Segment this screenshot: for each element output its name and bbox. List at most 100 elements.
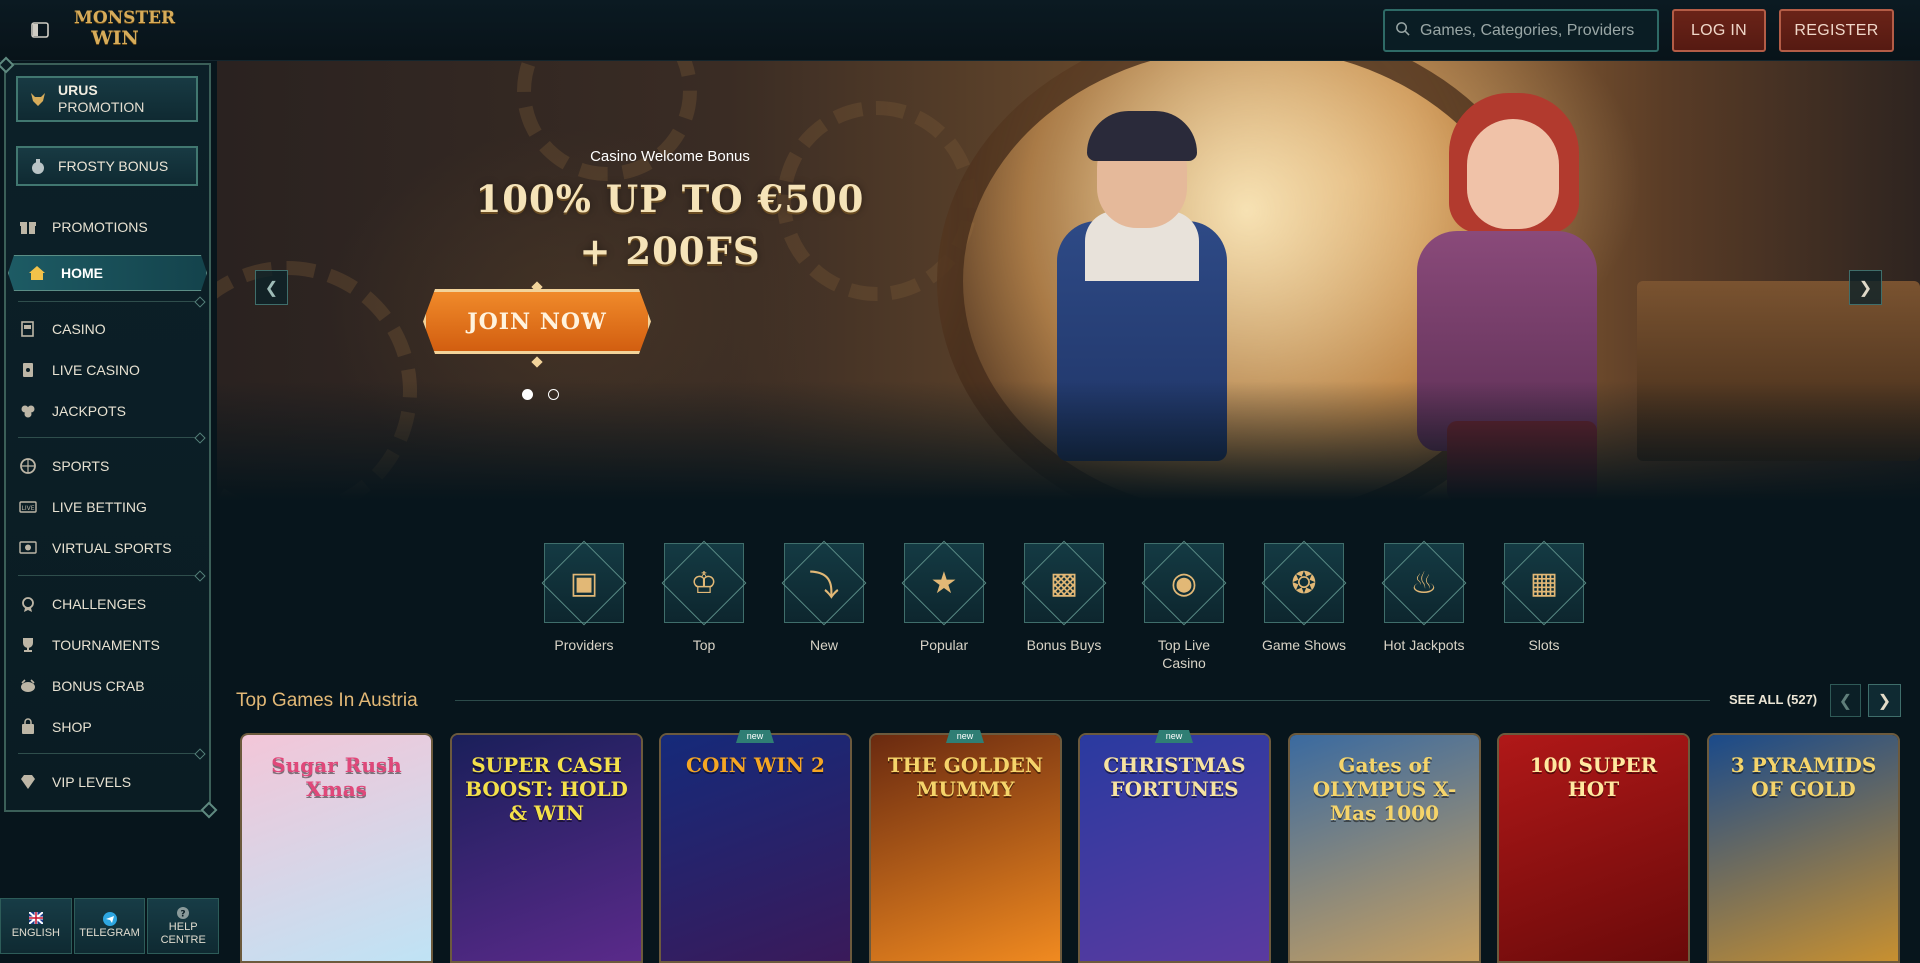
category-providers[interactable]: ▣ Providers — [524, 543, 644, 654]
games-next-button[interactable]: ❯ — [1868, 684, 1901, 717]
hero-title-line2: + 200FS — [579, 229, 761, 273]
language-button[interactable]: ENGLISH — [0, 898, 72, 954]
urus-promotion-button[interactable]: URUS PROMOTION — [16, 76, 198, 122]
category-game-shows[interactable]: ❂ Game Shows — [1244, 543, 1364, 654]
logo[interactable]: MONSTER WIN — [74, 8, 175, 54]
sidebar-item-label: JACKPOTS — [52, 403, 126, 419]
category-popular[interactable]: ★ Popular — [884, 543, 1004, 654]
game-card[interactable]: THE GOLDEN MUMMY — [869, 733, 1062, 963]
telegram-label: TELEGRAM — [79, 927, 140, 939]
carousel-dot-2[interactable] — [548, 389, 559, 400]
chevron-right-icon: ❯ — [1877, 692, 1892, 710]
category-tile: ▦ — [1504, 543, 1584, 623]
category-tile: ❂ — [1264, 543, 1344, 623]
hero-prev-button[interactable]: ❮ — [255, 270, 288, 305]
category-bonus-buys[interactable]: ▩ Bonus Buys — [1004, 543, 1124, 654]
sidebar-toggle-icon[interactable] — [30, 20, 50, 40]
frosty-bonus-button[interactable]: FROSTY BONUS — [16, 146, 198, 186]
sidebar-item-jackpots[interactable]: JACKPOTS — [18, 393, 203, 429]
sidebar-item-label: HOME — [61, 265, 103, 281]
sidebar-item-casino[interactable]: CASINO — [18, 311, 203, 347]
game-card[interactable]: COIN WIN 2 — [659, 733, 852, 963]
game-card[interactable]: SUPER CASH BOOST: HOLD & WIN — [450, 733, 643, 963]
bull-icon — [28, 89, 48, 109]
game-title: 3 PYRAMIDS OF GOLD — [1730, 753, 1877, 801]
game-card[interactable]: 100 SUPER HOT — [1497, 733, 1690, 963]
sidebar-item-live-casino[interactable]: LIVE CASINO — [18, 352, 203, 388]
slot-icon: ▦ — [1529, 566, 1559, 600]
sidebar-item-label: CASINO — [52, 321, 106, 337]
category-top[interactable]: ♔ Top — [644, 543, 764, 654]
chevron-left-icon: ❮ — [1838, 692, 1853, 710]
hero-next-button[interactable]: ❯ — [1849, 270, 1882, 305]
sidebar-item-challenges[interactable]: CHALLENGES — [18, 586, 203, 622]
sidebar-item-bonus-crab[interactable]: BONUS CRAB — [18, 668, 203, 704]
chest-icon: ▩ — [1049, 566, 1079, 600]
game-title: CHRISTMAS FORTUNES — [1103, 753, 1246, 801]
game-card[interactable]: Gates of OLYMPUS X-Mas 1000 — [1288, 733, 1481, 963]
sidebar-item-live-betting[interactable]: LIVE LIVE BETTING — [18, 489, 203, 525]
sidebar-item-promotions[interactable]: PROMOTIONS — [18, 209, 203, 245]
search-input[interactable] — [1420, 21, 1640, 40]
diamond-icon — [18, 772, 38, 792]
category-label: Top Live Casino — [1157, 637, 1211, 671]
ball-icon — [18, 456, 38, 476]
uk-flag-icon — [28, 911, 44, 925]
games-prev-button[interactable]: ❮ — [1830, 684, 1861, 717]
sidebar-item-shop[interactable]: SHOP — [18, 709, 203, 745]
game-title: Gates of OLYMPUS X-Mas 1000 — [1312, 753, 1457, 825]
hero-fade — [217, 381, 1920, 501]
hero-banner[interactable]: Casino Welcome Bonus 100% UP TO €500 + 2… — [217, 61, 1920, 501]
svg-text:?: ? — [181, 909, 186, 919]
star-icon: ★ — [930, 566, 958, 600]
hero-subtitle: Casino Welcome Bonus — [590, 148, 750, 165]
game-card[interactable]: 3 PYRAMIDS OF GOLD — [1707, 733, 1900, 963]
sidebar-item-label: LIVE BETTING — [52, 499, 147, 515]
wheel-icon: ❂ — [1291, 566, 1317, 600]
login-button[interactable]: LOG IN — [1672, 9, 1766, 52]
search-box[interactable] — [1383, 9, 1659, 52]
help-label-line1: HELP — [168, 920, 198, 933]
sidebar-item-home[interactable]: HOME — [8, 255, 207, 291]
cards-icon — [18, 360, 38, 380]
sidebar-item-label: VIP LEVELS — [52, 774, 132, 790]
sidebar-divider — [18, 575, 200, 576]
telegram-button[interactable]: TELEGRAM — [73, 898, 146, 954]
sidebar-item-tournaments[interactable]: TOURNAMENTS — [18, 627, 203, 663]
category-tile: ⤵ — [784, 543, 864, 623]
carousel-dot-1[interactable] — [522, 389, 533, 400]
trophy-icon — [18, 635, 38, 655]
logo-line2: WIN — [91, 27, 139, 49]
sidebar-item-label: LIVE CASINO — [52, 362, 140, 378]
see-all-link[interactable]: SEE ALL (527) — [1729, 692, 1817, 707]
category-top-live-casino[interactable]: ◉ Top Live Casino — [1124, 543, 1244, 672]
sidebar-item-label: SHOP — [52, 719, 92, 735]
game-title: 100 SUPER HOT — [1529, 753, 1658, 801]
category-label: Game Shows — [1261, 637, 1347, 653]
clover-icon — [18, 401, 38, 421]
category-tile: ▣ — [544, 543, 624, 623]
live-icon: LIVE — [18, 497, 38, 517]
game-title: THE GOLDEN MUMMY — [887, 753, 1044, 801]
cta-ornament — [531, 356, 543, 368]
category-new[interactable]: ⤵ New — [764, 543, 884, 654]
sidebar-item-label: VIRTUAL SPORTS — [52, 540, 172, 556]
sidebar-item-sports[interactable]: SPORTS — [18, 448, 203, 484]
book-icon: ▣ — [569, 566, 599, 600]
hero-title: 100% UP TO €500 + 200FS — [449, 173, 891, 277]
game-card[interactable]: Sugar Rush Xmas — [240, 733, 433, 963]
hero-woman-head — [1467, 119, 1559, 229]
sidebar-item-vip-levels[interactable]: VIP LEVELS — [18, 764, 203, 800]
help-icon: ? — [176, 906, 190, 919]
sidebar-item-virtual-sports[interactable]: VIRTUAL SPORTS — [18, 530, 203, 566]
category-hot-jackpots[interactable]: ♨ Hot Jackpots — [1364, 543, 1484, 654]
game-card[interactable]: CHRISTMAS FORTUNES — [1078, 733, 1271, 963]
sidebar-item-label: TOURNAMENTS — [52, 637, 160, 653]
category-label: New — [809, 637, 838, 653]
urus-subtitle: PROMOTION — [58, 99, 145, 115]
category-slots[interactable]: ▦ Slots — [1484, 543, 1604, 654]
category-tile: ◉ — [1144, 543, 1224, 623]
help-centre-button[interactable]: ? HELP CENTRE — [147, 898, 220, 954]
register-button[interactable]: REGISTER — [1779, 9, 1894, 52]
join-now-button[interactable]: JOIN NOW — [423, 289, 651, 354]
